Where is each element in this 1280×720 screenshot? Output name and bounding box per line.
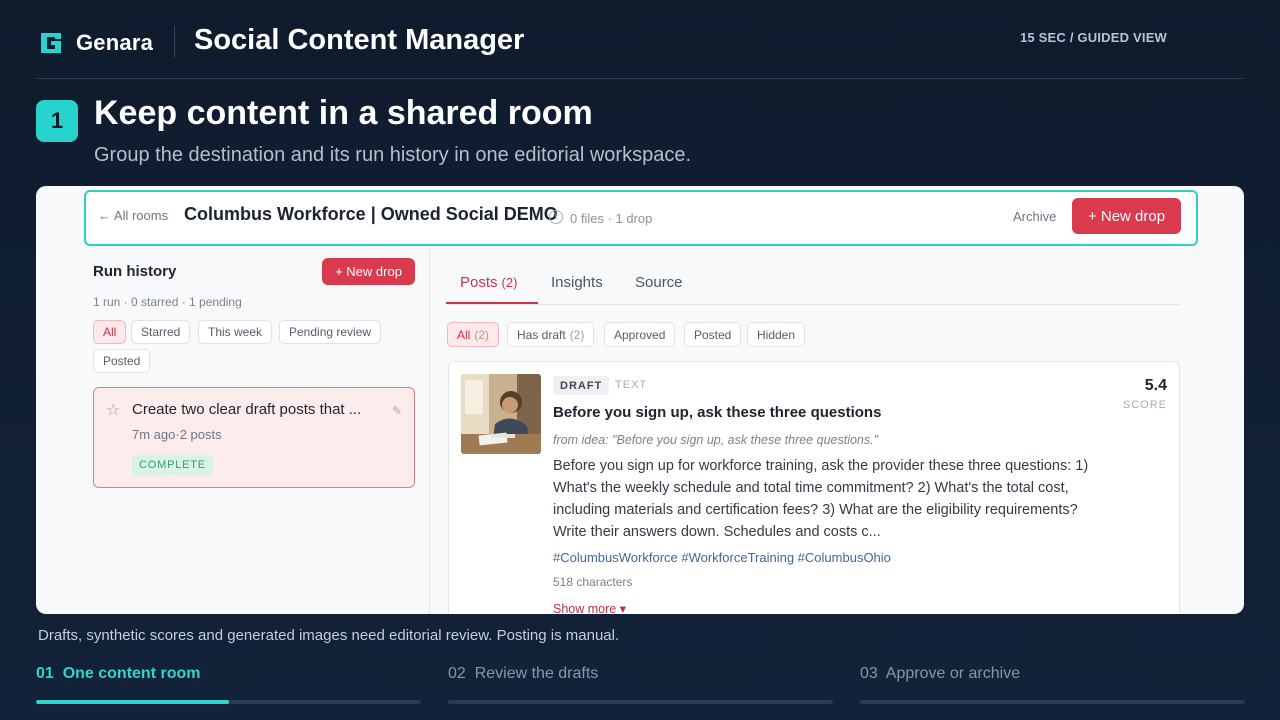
editorial-disclaimer: Drafts, synthetic scores and generated i…: [38, 627, 620, 644]
filter-chip-starred[interactable]: Starred: [131, 320, 191, 344]
progress-step-1-fill: [36, 700, 229, 704]
progress-step-1-label[interactable]: 01 One content room: [36, 665, 200, 683]
progress-step-2-label[interactable]: 02 Review the drafts: [448, 665, 598, 683]
post-score-value: 5.4: [1144, 377, 1167, 394]
post-filter-has-draft-count: (2): [569, 327, 585, 342]
post-image-thumbnail[interactable]: [461, 374, 541, 454]
tab-source-label: Source: [635, 274, 683, 291]
progress-step-3-label[interactable]: 03 Approve or archive: [860, 665, 1020, 683]
show-more-link[interactable]: Show more ▾: [553, 601, 626, 614]
step-number-badge: 1: [36, 100, 78, 142]
tab-posts-count: (2): [501, 275, 518, 290]
room-header-bar: ← All rooms Columbus Workforce | Owned S…: [84, 190, 1198, 246]
post-hashtags: #ColumbusWorkforce #WorkforceTraining #C…: [553, 550, 891, 565]
tabs-rule: [446, 304, 1180, 305]
tab-posts-label: Posts: [460, 274, 498, 291]
post-filter-all-label: All: [457, 327, 471, 342]
active-tab-indicator: [446, 302, 538, 304]
post-status-tag: DRAFT: [553, 376, 610, 395]
run-history-meta: 1 run · 0 starred · 1 pending: [93, 295, 242, 309]
post-filter-all[interactable]: All (2): [447, 322, 500, 347]
run-meta: 7m ago·2 posts: [132, 427, 222, 442]
step-subtitle: Group the destination and its run histor…: [94, 144, 692, 166]
star-icon[interactable]: ☆: [106, 400, 120, 420]
header-rule: [36, 78, 1244, 79]
post-title: Before you sign up, ask these three ques…: [553, 404, 882, 421]
run-history-panel: Run history + New drop 1 run · 0 starred…: [36, 248, 429, 614]
woman-on-phone-image: [461, 374, 541, 454]
genara-logo-icon: [41, 33, 61, 53]
post-filter-hidden[interactable]: Hidden: [747, 322, 806, 347]
run-history-new-drop-button[interactable]: + New drop: [322, 258, 415, 285]
tab-source[interactable]: Source: [635, 274, 683, 291]
tab-insights[interactable]: Insights: [551, 274, 603, 291]
filter-chip-posted[interactable]: Posted: [93, 349, 151, 373]
edit-icon[interactable]: ✎: [392, 404, 402, 418]
app-screenshot-panel: ← All rooms Columbus Workforce | Owned S…: [36, 186, 1244, 614]
step-title: Keep content in a shared room: [94, 94, 593, 132]
header-divider: [174, 26, 175, 58]
run-card[interactable]: ☆ Create two clear draft posts that ... …: [93, 387, 415, 488]
brand-logo: Genara: [38, 30, 153, 56]
post-filter-posted[interactable]: Posted: [684, 322, 742, 347]
info-icon[interactable]: i: [549, 210, 563, 224]
filter-chip-this-week[interactable]: This week: [198, 320, 273, 344]
progress-step-3-track: [860, 700, 1245, 704]
tab-insights-label: Insights: [551, 274, 603, 291]
progress-step-2-track: [448, 700, 833, 704]
app-title: Social Content Manager: [194, 24, 525, 56]
post-character-count: 518 characters: [553, 575, 633, 589]
post-filter-has-draft-label: Has draft: [517, 327, 566, 342]
guided-view-label: 15 SEC / GUIDED VIEW: [1020, 30, 1168, 45]
post-score-label: SCORE: [1122, 399, 1167, 411]
new-drop-button[interactable]: + New drop: [1072, 198, 1181, 234]
post-filter-approved[interactable]: Approved: [604, 322, 676, 347]
archive-button[interactable]: Archive: [1013, 209, 1056, 224]
tab-posts[interactable]: Posts (2): [460, 274, 517, 291]
post-source-idea: from idea: "Before you sign up, ask thes…: [553, 433, 879, 447]
back-to-rooms-link[interactable]: ← All rooms: [98, 208, 168, 223]
post-card[interactable]: DRAFT TEXT 5.4 SCORE Before you sign up,…: [448, 361, 1180, 614]
post-filter-has-draft[interactable]: Has draft (2): [507, 322, 595, 347]
run-history-title: Run history: [93, 263, 177, 280]
room-name: Columbus Workforce | Owned Social DEMO: [184, 204, 558, 224]
status-badge: COMPLETE: [132, 455, 213, 475]
filter-chip-all[interactable]: All: [93, 320, 127, 344]
post-filter-all-count: (2): [474, 327, 490, 342]
filter-chip-pending-review[interactable]: Pending review: [279, 320, 382, 344]
room-meta: 0 files · 1 drop: [570, 211, 653, 226]
post-body: Before you sign up for workforce trainin…: [553, 458, 1089, 540]
progress-step-1-track: [36, 700, 421, 704]
brand-name: Genara: [76, 30, 154, 55]
run-title: Create two clear draft posts that ...: [132, 401, 362, 418]
column-divider: [429, 248, 430, 614]
post-type-tag: TEXT: [615, 379, 648, 391]
